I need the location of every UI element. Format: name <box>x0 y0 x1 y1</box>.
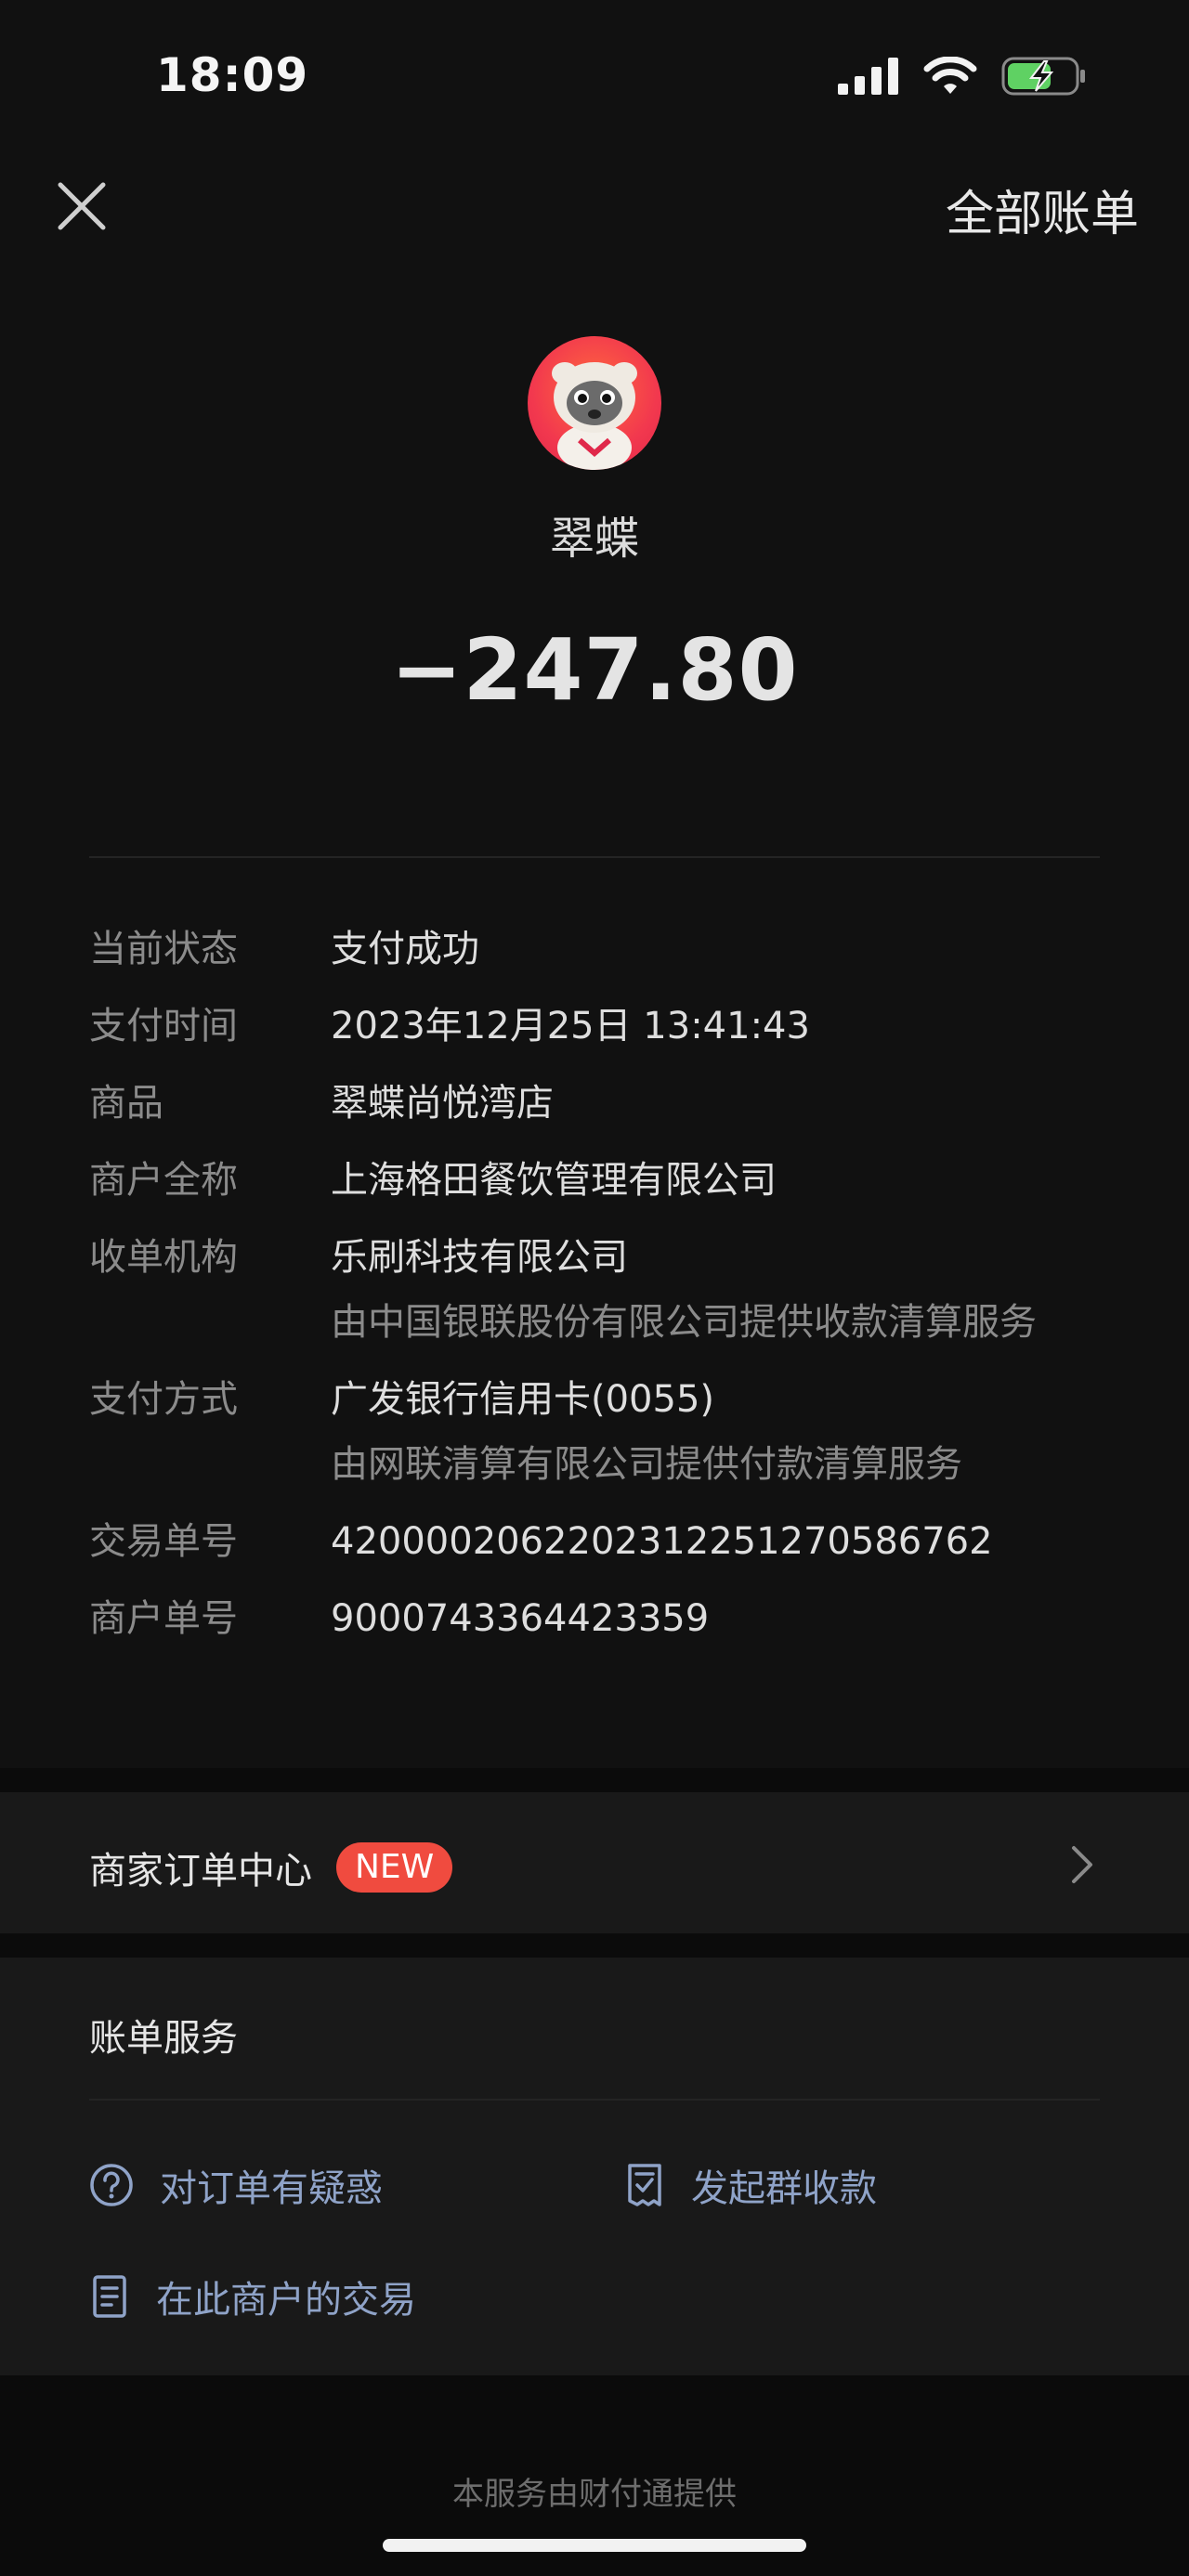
merchant-avatar <box>528 336 661 470</box>
question-circle-icon <box>90 2164 133 2206</box>
merchant-transactions-link[interactable]: 在此商户的交易 <box>89 2270 416 2323</box>
detail-label: 支付方式 <box>89 1378 238 1421</box>
detail-row-product: 商品 翠蝶尚悦湾店 <box>89 1079 1111 1127</box>
bill-services-title: 账单服务 <box>89 2017 238 2060</box>
detail-row-payment-method: 支付方式 广发银行信用卡(0055) 由网联清算有限公司提供付款清算服务 <box>89 1375 1111 1489</box>
service-label: 在此商户的交易 <box>156 2279 416 2322</box>
merchant-mascot-icon <box>552 362 637 470</box>
detail-label: 当前状态 <box>89 928 238 970</box>
divider <box>89 2099 1100 2101</box>
service-label: 发起群收款 <box>691 2167 877 2210</box>
detail-label: 商品 <box>89 1082 163 1125</box>
detail-value-main: 广发银行信用卡(0055) <box>331 1378 715 1421</box>
wifi-icon <box>923 57 977 94</box>
order-question-link[interactable]: 对订单有疑惑 <box>89 2158 383 2212</box>
merchant-order-center[interactable]: 商家订单中心 NEW <box>89 1841 453 1894</box>
detail-label: 支付时间 <box>89 1005 238 1047</box>
payment-amount: −247.80 <box>390 620 799 720</box>
detail-value[interactable]: 4200002062202312251270586762 <box>331 1517 993 1566</box>
detail-label: 交易单号 <box>89 1520 238 1563</box>
close-icon <box>58 182 106 230</box>
detail-row-status: 当前状态 支付成功 <box>89 925 1111 973</box>
status-bar: 18:09 <box>0 0 1189 149</box>
detail-row-acquirer: 收单机构 乐刷科技有限公司 由中国银联股份有限公司提供收款清算服务 <box>89 1233 1111 1347</box>
merchant-name: 翠蝶 <box>549 513 639 565</box>
detail-row-transaction-id: 交易单号 4200002062202312251270586762 <box>89 1517 1111 1566</box>
detail-label: 商户全称 <box>89 1159 238 1202</box>
group-collection-link[interactable]: 发起群收款 <box>624 2158 877 2212</box>
order-center-label: 商家订单中心 <box>89 1850 312 1893</box>
status-time: 18:09 <box>156 48 309 102</box>
section-separator <box>0 1768 1189 1792</box>
footer-provider-text: 本服务由财付通提供 <box>452 2476 737 2513</box>
service-label: 对订单有疑惑 <box>160 2167 383 2210</box>
new-badge: NEW <box>336 1842 453 1893</box>
detail-label: 商户单号 <box>89 1597 238 1640</box>
close-button[interactable] <box>48 173 115 240</box>
cellular-signal-icon <box>838 58 898 95</box>
receipt-icon <box>628 2164 661 2206</box>
detail-value: 支付成功 <box>331 928 479 970</box>
detail-row-time: 支付时间 2023年12月25日 13:41:43 <box>89 1002 1111 1050</box>
detail-value-sub: 由中国银联股份有限公司提供收款清算服务 <box>331 1301 1037 1344</box>
section-separator <box>0 1933 1189 1958</box>
detail-value: 2023年12月25日 13:41:43 <box>331 1005 810 1047</box>
detail-value[interactable]: 9000743364423359 <box>331 1594 709 1643</box>
detail-value: 乐刷科技有限公司 由中国银联股份有限公司提供收款清算服务 <box>331 1233 1037 1347</box>
all-bills-link[interactable]: 全部账单 <box>946 175 1139 244</box>
detail-value: 翠蝶尚悦湾店 <box>331 1082 554 1125</box>
battery-charging-icon <box>1001 57 1085 96</box>
home-indicator[interactable] <box>383 2539 806 2552</box>
detail-value: 广发银行信用卡(0055) 由网联清算有限公司提供付款清算服务 <box>331 1375 962 1489</box>
document-icon <box>93 2275 126 2318</box>
divider <box>89 856 1100 858</box>
detail-row-merchant-order-id: 商户单号 9000743364423359 <box>89 1594 1111 1643</box>
detail-row-merchant-full-name: 商户全称 上海格田餐饮管理有限公司 <box>89 1156 1111 1204</box>
detail-value-main: 乐刷科技有限公司 <box>331 1236 628 1279</box>
transaction-details: 当前状态 支付成功 支付时间 2023年12月25日 13:41:43 商品 翠… <box>89 925 1111 1672</box>
status-icons <box>838 56 1087 97</box>
chevron-right-icon[interactable] <box>1063 1842 1100 1887</box>
detail-value-sub: 由网联清算有限公司提供付款清算服务 <box>331 1443 962 1486</box>
detail-value: 上海格田餐饮管理有限公司 <box>331 1159 777 1202</box>
detail-label: 收单机构 <box>89 1236 238 1279</box>
